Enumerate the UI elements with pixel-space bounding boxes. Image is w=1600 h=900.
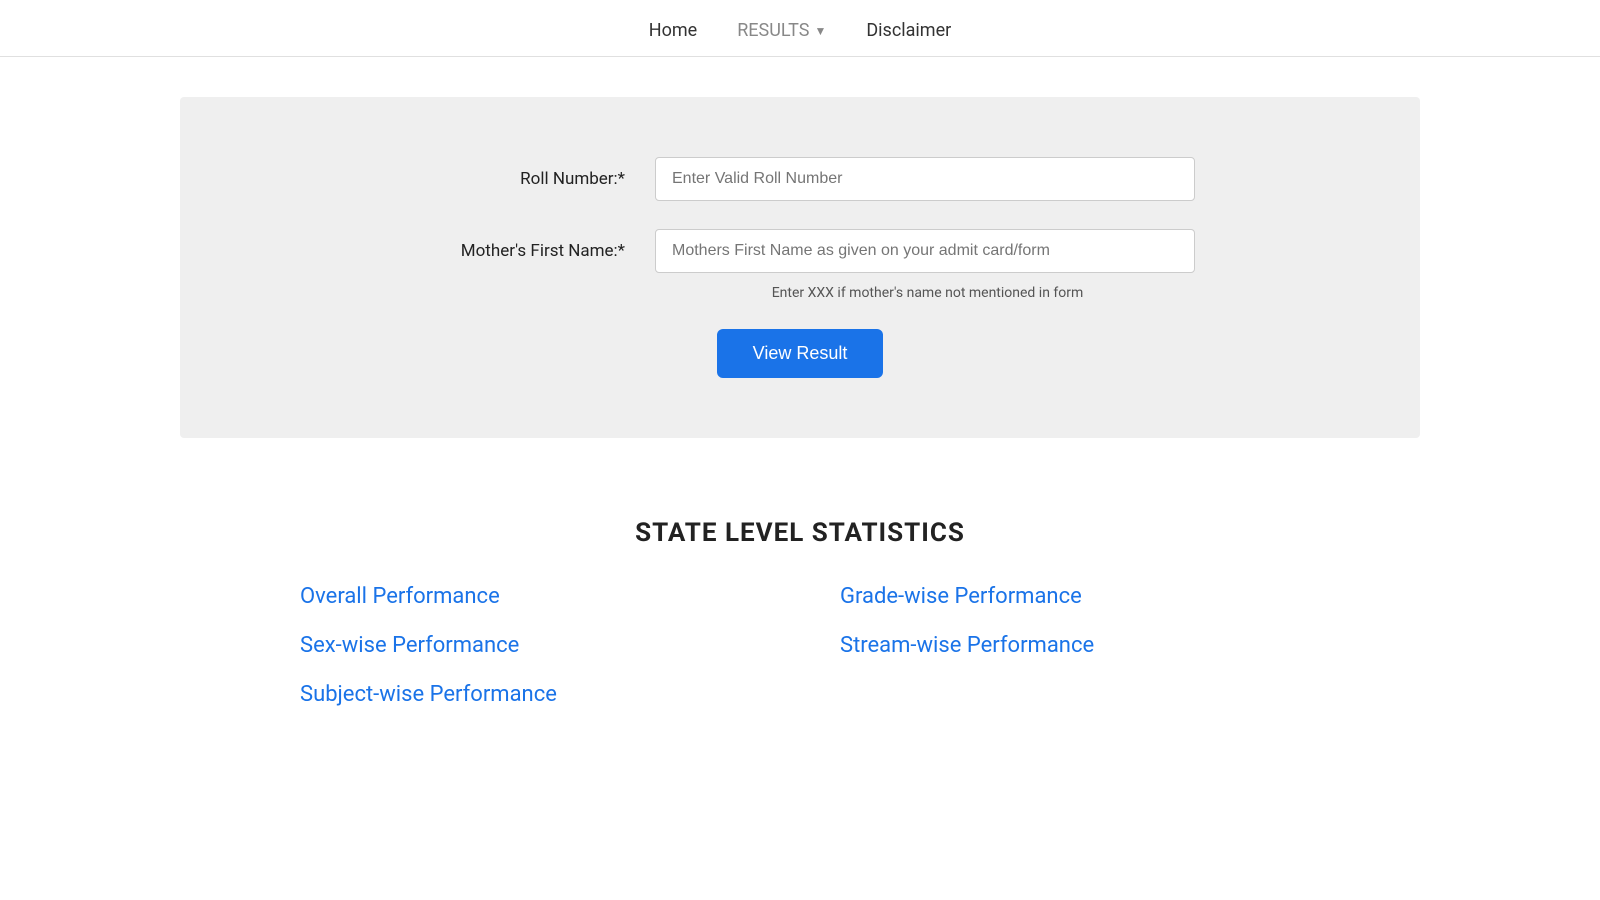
- stats-link-subjectwise-performance[interactable]: Subject-wise Performance: [300, 682, 760, 707]
- stats-link-sexwise-performance[interactable]: Sex-wise Performance: [300, 633, 760, 658]
- stats-title: STATE LEVEL STATISTICS: [180, 518, 1420, 548]
- mothers-name-row: Mother's First Name:*: [220, 229, 1380, 273]
- stats-link-streamwise-performance[interactable]: Stream-wise Performance: [840, 633, 1300, 658]
- mothers-name-label: Mother's First Name:*: [405, 241, 625, 261]
- roll-number-label: Roll Number:*: [405, 169, 625, 189]
- nav-home[interactable]: Home: [649, 20, 697, 41]
- stats-section: STATE LEVEL STATISTICS Overall Performan…: [0, 478, 1600, 771]
- mothers-name-hint: Enter XXX if mother's name not mentioned…: [475, 285, 1380, 301]
- mothers-name-input[interactable]: [655, 229, 1195, 273]
- roll-number-input[interactable]: [655, 157, 1195, 201]
- nav-disclaimer[interactable]: Disclaimer: [866, 20, 951, 41]
- nav-results[interactable]: RESULTS ▼: [737, 20, 826, 41]
- nav-results-label: RESULTS: [737, 20, 809, 41]
- chevron-down-icon: ▼: [814, 24, 826, 38]
- navbar: Home RESULTS ▼ Disclaimer: [0, 0, 1600, 57]
- stats-grid: Overall Performance Sex-wise Performance S…: [300, 584, 1300, 731]
- result-form-section: Roll Number:* Mother's First Name:* Ente…: [180, 97, 1420, 438]
- stats-link-overall-performance[interactable]: Overall Performance: [300, 584, 760, 609]
- stats-link-gradewise-performance[interactable]: Grade-wise Performance: [840, 584, 1300, 609]
- roll-number-row: Roll Number:*: [220, 157, 1380, 201]
- stats-col-right: Grade-wise Performance Stream-wise Perfor…: [800, 584, 1300, 731]
- stats-col-left: Overall Performance Sex-wise Performance S…: [300, 584, 800, 731]
- view-result-button[interactable]: View Result: [717, 329, 884, 378]
